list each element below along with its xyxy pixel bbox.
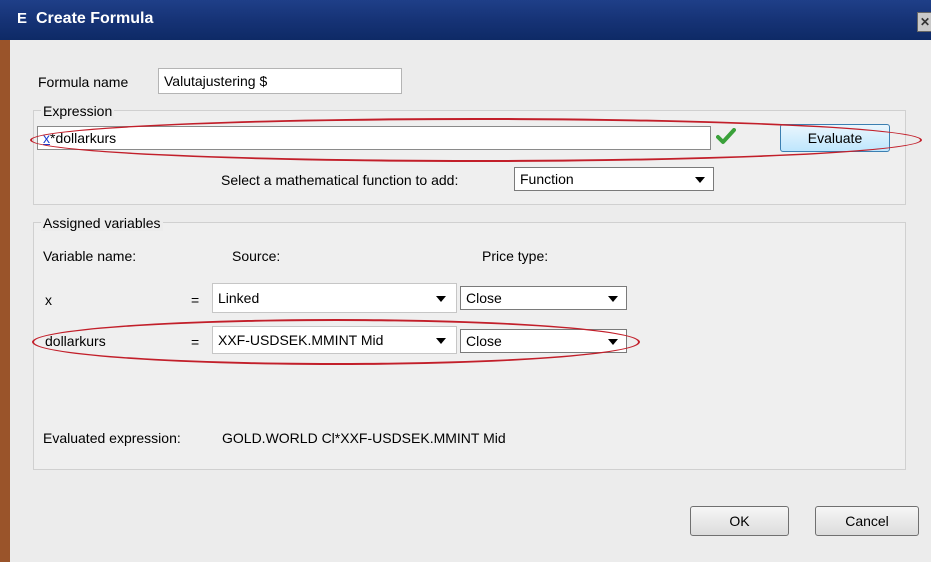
variable-row-2-equals: = (191, 334, 200, 350)
variable-row-1-name: x (45, 292, 52, 308)
variable-row-1-equals: = (191, 292, 200, 308)
valid-check-icon (716, 128, 736, 144)
chevron-down-icon (436, 338, 446, 344)
column-header-source: Source: (232, 248, 281, 264)
column-header-price-type: Price type: (482, 248, 549, 264)
variable-row-2-name: dollarkurs (45, 333, 106, 349)
variable-row-2-source-select[interactable]: XXF-USDSEK.MMINT Mid (212, 326, 457, 354)
app-icon: E (16, 10, 27, 27)
ok-button[interactable]: OK (690, 506, 789, 536)
expression-legend: Expression (41, 103, 115, 119)
variable-row-1-price-select[interactable]: Close (460, 286, 627, 310)
close-button[interactable]: ✕ (917, 12, 931, 32)
variable-row-2-price-value: Close (466, 333, 502, 349)
variable-row-2-price-select[interactable]: Close (460, 329, 627, 353)
assigned-variables-legend: Assigned variables (41, 215, 163, 231)
variable-row-1-price-value: Close (466, 290, 502, 306)
expression-variable-link[interactable]: x (43, 130, 50, 146)
function-select-value: Function (520, 171, 574, 187)
evaluated-expression-label: Evaluated expression: (43, 430, 181, 446)
function-select[interactable]: Function (514, 167, 714, 191)
variable-row-1-source-value: Linked (218, 290, 260, 306)
chevron-down-icon (608, 339, 618, 345)
create-formula-dialog: E Create Formula ✕ Formula name Valutaju… (0, 0, 931, 562)
expression-group (33, 110, 906, 205)
title-bar[interactable]: E Create Formula ✕ (0, 0, 931, 40)
chevron-down-icon (436, 296, 446, 302)
expression-input[interactable]: x*dollarkurs (37, 126, 711, 150)
window-title: Create Formula (36, 10, 154, 27)
variable-row-1-source-select[interactable]: Linked (212, 283, 457, 313)
chevron-down-icon (608, 296, 618, 302)
formula-name-label: Formula name (38, 74, 129, 90)
evaluate-button[interactable]: Evaluate (780, 124, 890, 152)
window-left-border (0, 0, 10, 562)
dialog-body: Formula name Valutajustering $ Expressio… (10, 40, 931, 562)
formula-name-input[interactable]: Valutajustering $ (158, 68, 402, 94)
variable-row-2-source-value: XXF-USDSEK.MMINT Mid (218, 332, 384, 348)
expression-text: *dollarkurs (50, 130, 117, 146)
evaluated-expression-value: GOLD.WORLD Cl*XXF-USDSEK.MMINT Mid (222, 430, 506, 446)
cancel-button[interactable]: Cancel (815, 506, 919, 536)
function-prompt-label: Select a mathematical function to add: (221, 172, 459, 188)
close-icon: ✕ (919, 15, 931, 29)
column-header-variable-name: Variable name: (43, 248, 137, 264)
chevron-down-icon (695, 177, 705, 183)
